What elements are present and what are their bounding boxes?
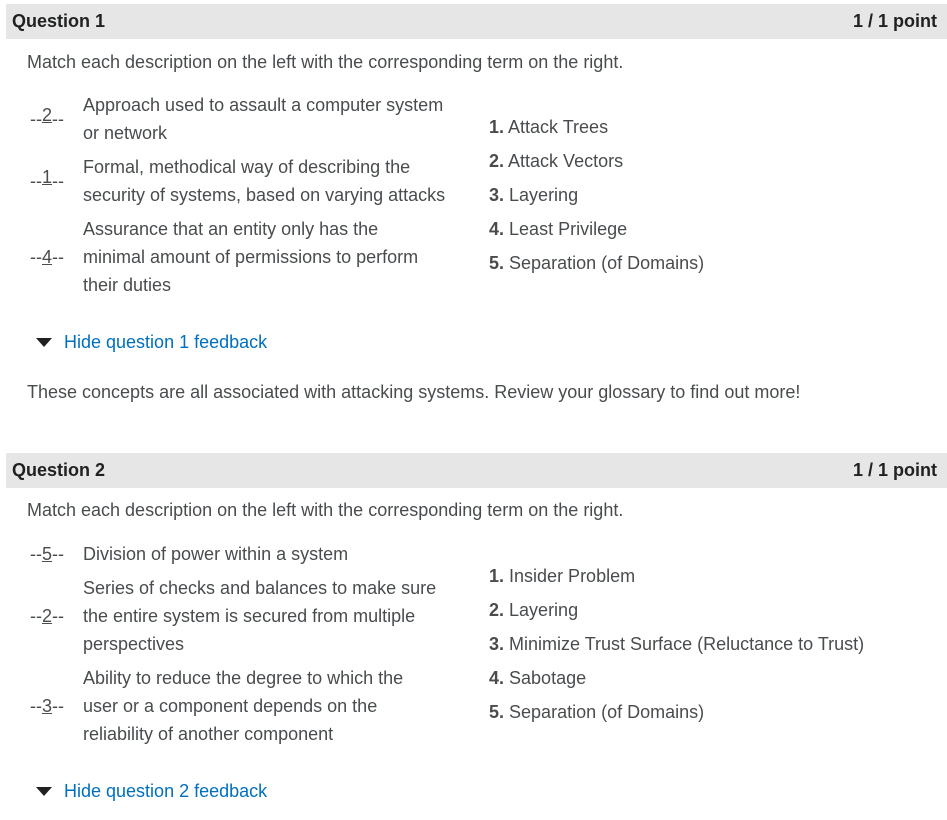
term-item: 1. Attack Trees [489, 117, 609, 137]
description-line: Ability to reduce the degree to which th… [83, 668, 404, 688]
question-prompt: Match each description on the left with … [27, 500, 624, 520]
answer-blank: --5-- [30, 543, 65, 564]
answer-blank: --2-- [30, 605, 65, 626]
terms-list: 1. Insider Problem 2. Layering 3. Minimi… [489, 559, 864, 729]
term-item: 3. Layering [489, 185, 579, 205]
term-item: 2. Attack Vectors [489, 151, 624, 171]
answer-blank: --4-- [30, 246, 65, 267]
description-line: reliability of another component [83, 724, 334, 744]
question-title: Question 1 [12, 11, 106, 31]
hide-feedback-toggle[interactable]: Hide question 1 feedback [36, 332, 267, 353]
answer-blank: --3-- [30, 695, 65, 716]
answer-value: 2 [42, 605, 53, 626]
term-item: 5. Separation (of Domains) [489, 253, 705, 273]
description-line: their duties [83, 275, 172, 295]
match-row: --2-- Approach used to assault a compute… [30, 91, 480, 147]
answer-value: 1 [42, 166, 53, 187]
question-1-header: Question 1 1 / 1 point [6, 4, 947, 39]
question-score: 1 / 1 point [852, 11, 937, 31]
answer-value: 3 [42, 695, 53, 716]
caret-down-icon [36, 787, 52, 796]
answer-blank: --2-- [30, 104, 65, 129]
caret-down-icon [36, 338, 52, 347]
hide-feedback-toggle[interactable]: Hide question 2 feedback [36, 781, 267, 802]
term-item: 3. Minimize Trust Surface (Reluctance to… [489, 634, 865, 654]
terms-list: 1. Attack Trees 2. Attack Vectors 3. Lay… [489, 110, 704, 280]
question-title: Question 2 [12, 460, 106, 480]
description-line: Formal, methodical way of describing the [83, 157, 411, 177]
feedback-toggle-label[interactable]: Hide question 2 feedback [64, 781, 267, 802]
description-line: minimal amount of permissions to perform [83, 247, 419, 267]
description-line: Assurance that an entity only has the [83, 219, 379, 239]
description-line: user or a component depends on the [83, 696, 378, 716]
description-line: the entire system is secured from multip… [83, 606, 416, 626]
match-row: --2-- Series of checks and balances to m… [30, 574, 480, 658]
question-score: 1 / 1 point [852, 460, 937, 480]
match-row: --3-- Ability to reduce the degree to wh… [30, 664, 480, 748]
answer-value: 4 [42, 246, 53, 267]
term-item: 4. Sabotage [489, 668, 587, 688]
term-item: 1. Insider Problem [489, 566, 636, 586]
match-row: --5-- Division of power within a system [30, 540, 480, 568]
answer-value: 2 [42, 104, 53, 125]
term-item: 5. Separation (of Domains) [489, 702, 705, 722]
feedback-toggle-label[interactable]: Hide question 1 feedback [64, 332, 267, 353]
term-item: 2. Layering [489, 600, 579, 620]
feedback-text: These concepts are all associated with a… [27, 382, 801, 402]
description-line: or network [83, 123, 168, 143]
term-item: 4. Least Privilege [489, 219, 628, 239]
question-2-header: Question 2 1 / 1 point [6, 453, 947, 488]
description-line: perspectives [83, 634, 185, 654]
description-line: Division of power within a system [83, 544, 349, 564]
description-line: Approach used to assault a computer syst… [83, 95, 444, 115]
match-row: --4-- Assurance that an entity only has … [30, 215, 480, 299]
answer-blank: --1-- [30, 166, 65, 191]
answer-value: 5 [42, 543, 53, 564]
description-line: Series of checks and balances to make su… [83, 578, 437, 598]
match-row: --1-- Formal, methodical way of describi… [30, 153, 480, 209]
question-prompt: Match each description on the left with … [27, 52, 624, 72]
description-line: security of systems, based on varying at… [83, 185, 446, 205]
